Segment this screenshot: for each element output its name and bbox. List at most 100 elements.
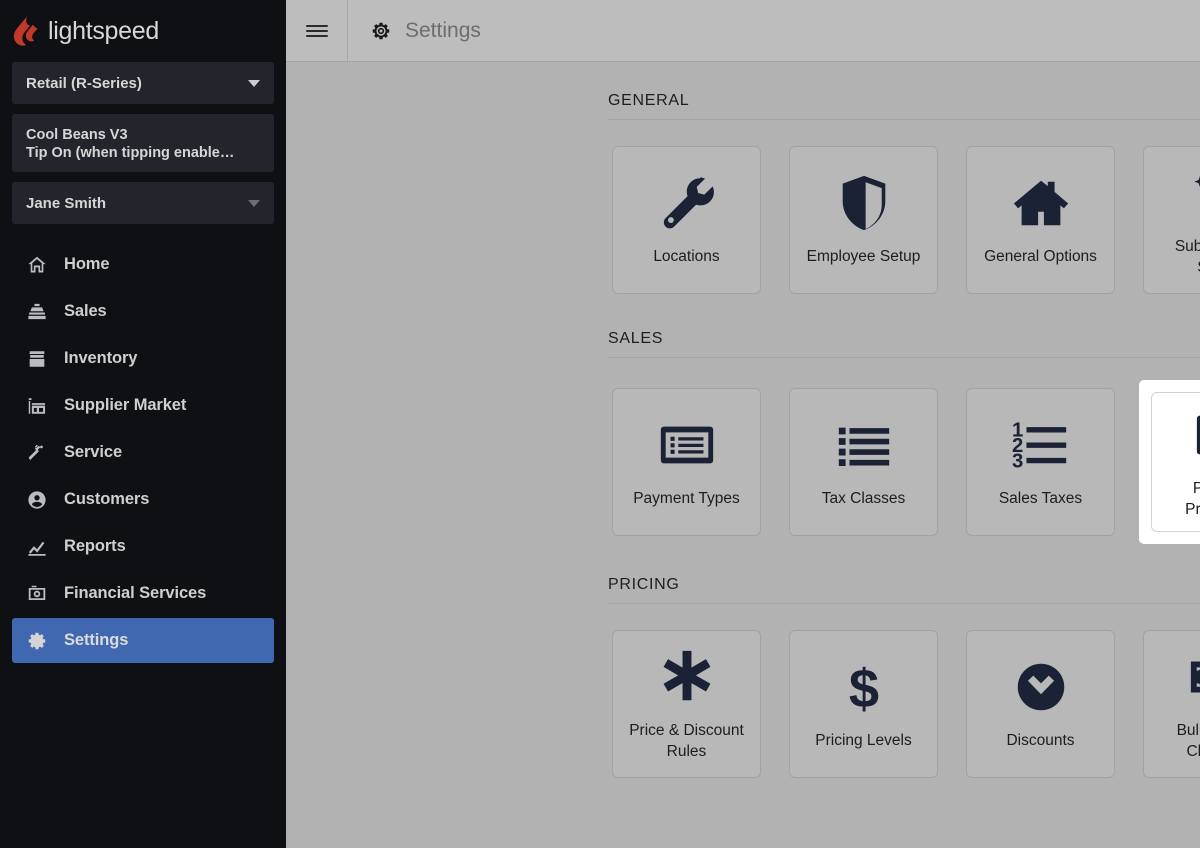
chevron-down-circle-icon [1010,656,1072,718]
tile-slot-selected: Payment Processing [1139,380,1200,544]
page-title-group: Settings [348,19,481,43]
section-heading: PRICING [608,576,680,593]
sidebar-item-sales[interactable]: Sales [12,289,274,334]
wrench-icon [656,172,718,234]
settings-tile-locations[interactable]: Locations [612,146,761,294]
settings-tile-sales-taxes[interactable]: 1 2 3 Sales Taxes [966,388,1115,536]
home-icon [26,254,48,276]
settings-tile-label: Locations [653,248,720,266]
page-title: Settings [405,18,481,42]
settings-tile-label: Pricing Levels [815,732,912,750]
main-area: Settings GENERAL Locations Employee Setup G… [286,0,1200,848]
sidebar-item-settings[interactable]: Settings [12,618,274,663]
tile-slot: Employee Setup [785,142,942,298]
shop-tip-mode: Tip On (when tipping enable… [26,145,235,161]
cash-register-icon [26,583,48,605]
settings-tile-label: Price & Discount Rules [629,722,744,760]
sidebar-item-label: Home [64,255,110,273]
sidebar-item-label: Financial Services [64,584,207,602]
settings-tile-label: Employee Setup [806,248,921,266]
sidebar: lightspeed Retail (R-Series) Cool Beans … [0,0,286,848]
settings-tile-label: General Options [984,248,1097,266]
settings-tile-label: Payment Types [633,490,740,508]
settings-tile-subscription-setup[interactable]: Subscription Setup [1143,146,1200,294]
sidebar-item-label: Settings [64,631,129,649]
user-name-label: Jane Smith [26,194,107,212]
hamburger-menu-icon[interactable] [286,0,348,62]
settings-tile-label: Sales Taxes [998,490,1083,508]
sidebar-item-label: Supplier Market [64,396,187,414]
settings-section: PRICING Price & Discount Rules $ Pricing Le… [286,576,1200,804]
lightspeed-flame-logo-icon [13,16,39,46]
settings-tile-label: Bulk Pricing Changes [1176,722,1200,760]
list-window-icon [656,414,718,476]
svg-text:3: 3 [1011,451,1022,473]
settings-content: GENERAL Locations Employee Setup General Op… [286,62,1200,848]
magic-wand-icon [1187,162,1200,224]
settings-tile-payment-types[interactable]: Payment Types [612,388,761,536]
sidebar-item-label: Reports [64,537,126,555]
section-heading: GENERAL [608,92,690,109]
credit-card-icon [1193,404,1200,466]
tile-slot: Discounts [962,626,1119,782]
settings-tile-employee-setup[interactable]: Employee Setup [789,146,938,294]
shop-name: Cool Beans V3 [26,127,128,143]
settings-tile-label: Discounts [1006,732,1075,750]
shield-icon [833,172,895,234]
settings-tile-pricing-levels[interactable]: $ Pricing Levels [789,630,938,778]
user-selector[interactable]: Jane Smith [12,182,274,224]
settings-section: SALES Payment Types Tax Classes 1 2 3 Sales Ta… [286,330,1200,566]
brand-logo[interactable]: lightspeed [0,0,286,62]
sidebar-item-inventory[interactable]: Inventory [12,336,274,381]
hamburger-bar [305,29,328,32]
sidebar-item-supplier-market[interactable]: Supplier Market [12,383,274,428]
settings-tile-discounts[interactable]: Discounts [966,630,1115,778]
settings-tile-price--discount-rules[interactable]: Price & Discount Rules [612,630,761,778]
sidebar-item-customers[interactable]: Customers [12,477,274,522]
sidebar-item-home[interactable]: Home [12,242,274,287]
settings-section: GENERAL Locations Employee Setup General Op… [286,92,1200,320]
tile-slot: 1 Bulk Pricing Changes [1139,626,1200,782]
svg-text:$: $ [848,660,878,719]
tile-grid: Payment Types Tax Classes 123 Sales Taxes Pa… [286,358,1200,566]
settings-tile-bulk-pricing-changes[interactable]: 1 Bulk Pricing Changes [1143,630,1200,778]
sidebar-item-label: Service [64,443,123,461]
settings-tile-general-options[interactable]: General Options [966,146,1115,294]
register-icon [26,301,48,323]
hamburger-bar [305,24,328,27]
brand-name: lightspeed [48,16,159,45]
person-circle-icon [26,489,48,511]
account-type-selector[interactable]: Retail (R-Series) [12,62,274,104]
chevron-down-icon [248,79,260,87]
tile-grid: Price & Discount Rules $ Pricing Levels Dis… [286,604,1200,804]
section-heading: SALES [608,330,664,347]
gear-icon [26,630,48,652]
tile-slot: General Options [962,142,1119,298]
tile-slot: $ Pricing Levels [785,626,942,782]
tile-slot: Subscription Setup [1139,142,1200,298]
sidebar-item-service[interactable]: Service [12,430,274,475]
dollar-sign-icon: $ [833,656,895,719]
tile-grid: Locations Employee Setup General Options Su… [286,120,1200,320]
settings-tile-label: Tax Classes [821,490,906,508]
bullet-list-icon [833,414,895,476]
tile-slot: 1 2 3 Sales Taxes [962,380,1119,544]
shop-selector[interactable]: Cool Beans V3 Tip On (when tipping enabl… [12,114,274,172]
sidebar-item-label: Customers [64,490,150,508]
hammer-icon [26,442,48,464]
settings-tile-label: Subscription Setup [1174,238,1200,275]
hamburger-bar [305,34,328,37]
numbered-list-icon: 123 [1010,414,1072,476]
tile-slot: Payment Types [608,380,765,544]
settings-tile-tax-classes[interactable]: Tax Classes [789,388,938,536]
sidebar-item-reports[interactable]: Reports [12,524,274,569]
sidebar-item-financial-services[interactable]: Financial Services [12,571,274,616]
banknote-icon: 1 [1187,646,1200,708]
tile-slot: Tax Classes [785,380,942,544]
settings-tile-payment-processing[interactable]: Payment Processing [1151,392,1200,532]
sidebar-item-label: Inventory [64,349,138,367]
inventory-box-icon [26,348,48,370]
asterisk-icon [656,646,718,708]
topbar: Settings [286,0,1200,62]
account-type-label: Retail (R-Series) [26,74,142,92]
